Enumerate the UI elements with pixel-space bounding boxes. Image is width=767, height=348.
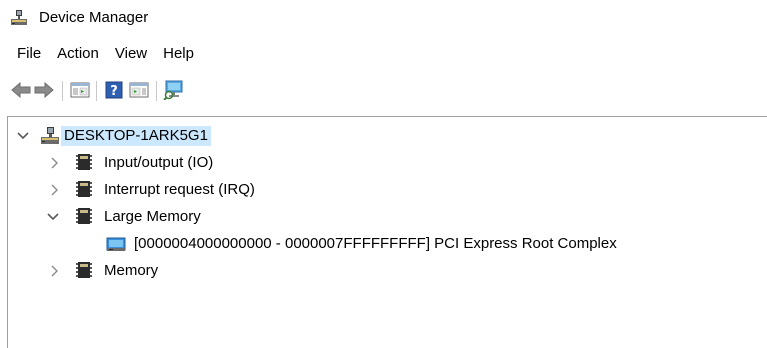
computer-icon (41, 127, 59, 144)
tree-node-row[interactable]: Memory (8, 260, 308, 282)
tree-node-row[interactable]: Input/output (IO) (8, 152, 308, 174)
device-tree[interactable]: DESKTOP-1ARK5G1 Input/output (IO) Interr… (7, 116, 767, 348)
toolbar: ? (0, 78, 767, 110)
title-bar: Device Manager (0, 0, 767, 36)
chevron-right-icon[interactable] (48, 183, 62, 197)
menu-view[interactable]: View (108, 43, 154, 64)
chevron-right-icon[interactable] (48, 264, 62, 278)
tree-root-label[interactable]: DESKTOP-1ARK5G1 (61, 126, 211, 146)
chevron-down-icon[interactable] (16, 129, 30, 143)
forward-arrow-icon (34, 82, 54, 98)
tree-node-row[interactable]: Interrupt request (IRQ) (8, 179, 308, 201)
chevron-right-icon[interactable] (48, 156, 62, 170)
tree-node-row[interactable]: Large Memory (8, 206, 308, 228)
system-device-icon (106, 237, 126, 251)
window-title: Device Manager (39, 9, 149, 26)
toolbar-separator (62, 81, 63, 101)
help-button[interactable]: ? (102, 78, 126, 102)
show-hide-action-pane-button[interactable] (127, 78, 151, 102)
chip-icon (76, 208, 92, 224)
tree-child-label[interactable]: [0000004000000000 - 0000007FFFFFFFFF] PC… (131, 234, 620, 254)
tree-node-label[interactable]: Memory (101, 261, 161, 281)
tree-node-label[interactable]: Large Memory (101, 207, 204, 227)
show-hide-console-tree-button[interactable] (68, 78, 92, 102)
tree-node-label[interactable]: Interrupt request (IRQ) (101, 180, 258, 200)
chip-icon (76, 262, 92, 278)
svg-text:?: ? (110, 84, 118, 99)
toolbar-separator (96, 81, 97, 101)
chip-icon (76, 181, 92, 197)
menu-action[interactable]: Action (50, 43, 106, 64)
chip-icon (76, 154, 92, 170)
scan-monitor-icon (163, 80, 183, 100)
computer-icon (11, 10, 27, 25)
device-manager-window: Device Manager File Action View Help ? D… (0, 0, 767, 348)
menu-help[interactable]: Help (156, 43, 201, 64)
back-arrow-icon (11, 82, 31, 98)
menu-bar: File Action View Help (0, 40, 203, 66)
forward-button[interactable] (32, 78, 56, 102)
tree-root-row[interactable]: DESKTOP-1ARK5G1 (8, 125, 308, 147)
menu-file[interactable]: File (11, 43, 48, 64)
toolbar-separator (156, 81, 157, 101)
back-button[interactable] (9, 78, 33, 102)
chevron-down-icon[interactable] (46, 210, 60, 224)
console-tree-icon (70, 82, 90, 98)
scan-hardware-changes-button[interactable] (162, 78, 186, 102)
tree-child-row[interactable]: [0000004000000000 - 0000007FFFFFFFFF] PC… (8, 233, 728, 255)
help-icon: ? (105, 81, 123, 99)
action-pane-icon (129, 82, 149, 98)
tree-node-label[interactable]: Input/output (IO) (101, 153, 216, 173)
